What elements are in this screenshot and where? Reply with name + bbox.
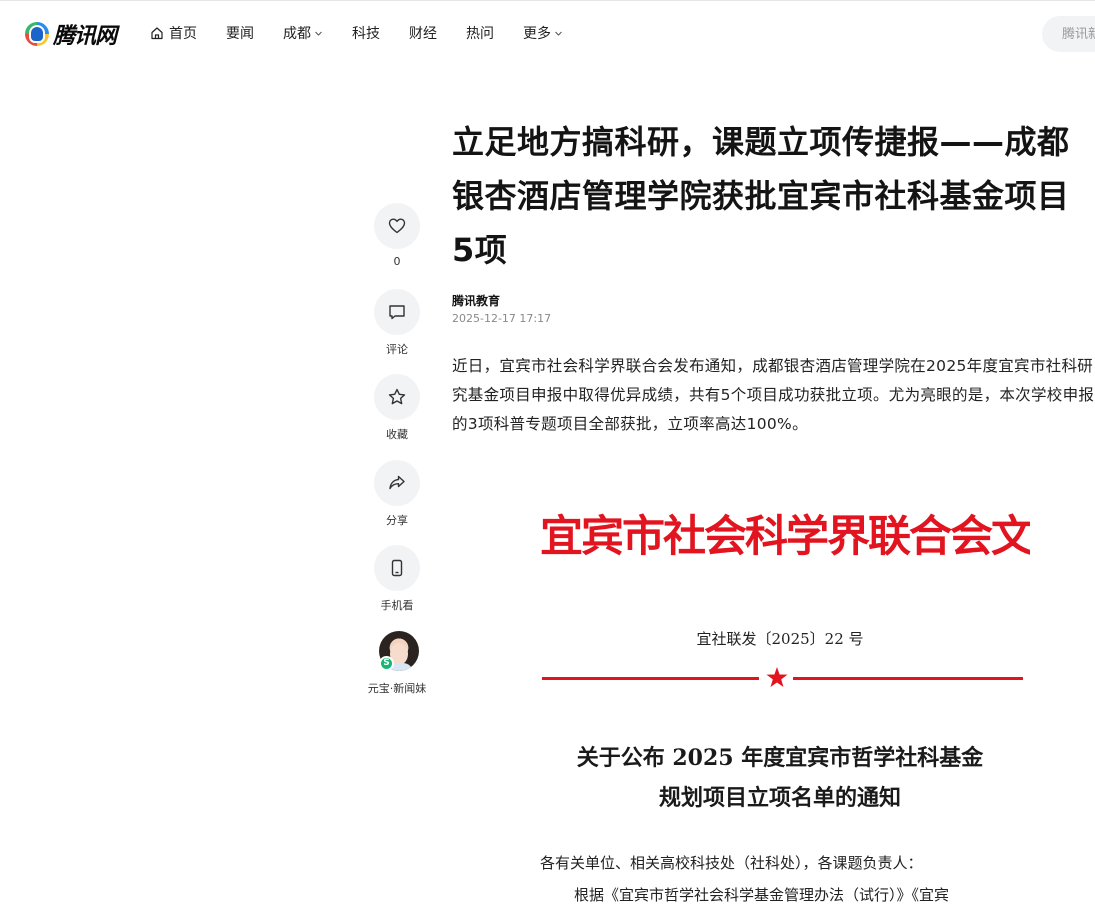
nav-label-hot-questions: 热问 xyxy=(466,26,494,42)
nav-label-news: 要闻 xyxy=(226,26,254,42)
assistant-label: 元宝·新闻妹 xyxy=(367,682,427,695)
share-button[interactable] xyxy=(374,460,420,506)
nav-item-tech[interactable]: 科技 xyxy=(352,23,380,43)
site-logo[interactable]: 腾讯网 xyxy=(25,20,117,49)
document-title: 关于公布 2025 年度宜宾市哲学社科基金 规划项目立项名单的通知 xyxy=(530,738,1030,818)
publish-date: 2025-12-17 17:17 xyxy=(452,312,552,325)
logo-text: 腾讯网 xyxy=(53,24,117,49)
red-divider-left xyxy=(542,677,759,680)
tencent-logo-icon xyxy=(25,22,49,46)
document-number: 宜社联发〔2025〕22 号 xyxy=(696,630,864,648)
assistant-avatar[interactable]: S xyxy=(374,631,420,677)
nav-label-tech: 科技 xyxy=(352,26,380,42)
share-icon xyxy=(389,475,405,490)
yuanbao-badge-icon: S xyxy=(379,656,394,671)
document-title-line-2: 规划项目立项名单的通知 xyxy=(658,785,901,811)
article-title: 立足地方搞科研，课题立项传捷报——成都银杏酒店管理学院获批宜宾市社科基金项目5项 xyxy=(452,123,1070,269)
nav-item-more[interactable]: 更多 xyxy=(523,23,563,43)
nav-item-hot-questions[interactable]: 热问 xyxy=(466,23,494,43)
nav-item-news[interactable]: 要闻 xyxy=(226,23,254,43)
red-divider-right xyxy=(793,677,1023,680)
search-input[interactable] xyxy=(1042,16,1095,52)
favorite-label: 收藏 xyxy=(386,428,408,441)
nav-item-finance[interactable]: 财经 xyxy=(409,23,437,43)
heart-icon xyxy=(388,218,406,234)
nav-label-finance: 财经 xyxy=(409,26,437,42)
nav-label-home: 首页 xyxy=(169,26,197,42)
like-count: 0 xyxy=(393,255,401,268)
comment-button[interactable] xyxy=(374,289,420,335)
chevron-down-icon xyxy=(555,31,562,36)
star-icon xyxy=(388,388,406,405)
favorite-action[interactable]: 收藏 xyxy=(366,374,428,442)
nav-item-home[interactable]: 首页 xyxy=(150,23,197,43)
comment-label: 评论 xyxy=(386,343,408,356)
author-name[interactable]: 腾讯教育 xyxy=(452,292,500,309)
phone-icon xyxy=(391,559,403,577)
main-nav: 首页 要闻 成都 科技 财经 热问 更多 xyxy=(150,23,592,43)
nav-label-more: 更多 xyxy=(523,26,551,42)
like-action[interactable]: 0 xyxy=(366,203,428,268)
document-image[interactable]: 宜宾市社会科学界联合会文件 宜社联发〔2025〕22 号 关于公布 2025 年… xyxy=(530,490,1030,915)
nav-item-chengdu[interactable]: 成都 xyxy=(283,23,323,43)
comment-action[interactable]: 评论 xyxy=(366,289,428,357)
assistant-action[interactable]: S 元宝·新闻妹 xyxy=(366,631,428,696)
mobile-view-button[interactable] xyxy=(374,545,420,591)
document-header: 宜宾市社会科学界联合会文件 xyxy=(540,512,1030,562)
home-icon xyxy=(151,27,163,40)
mobile-view-label: 手机看 xyxy=(380,599,414,612)
document-salutation: 各有关单位、相关高校科技处（社科处），各课题负责人： xyxy=(540,854,923,872)
share-label: 分享 xyxy=(386,514,408,527)
document-title-line-1: 关于公布 2025 年度宜宾市哲学社科基金 xyxy=(576,745,984,771)
nav-label-chengdu: 成都 xyxy=(283,26,311,42)
article-lead-paragraph: 近日，宜宾市社会科学界联合会发布通知，成都银杏酒店管理学院在2025年度宜宾市社… xyxy=(452,357,1095,433)
comment-icon xyxy=(389,305,405,320)
like-button[interactable] xyxy=(374,203,420,249)
top-navigation-bar: 腾讯网 首页 要闻 成都 科技 财经 热问 更多 xyxy=(0,0,1095,65)
chevron-down-icon xyxy=(315,31,322,36)
mobile-view-action[interactable]: 手机看 xyxy=(366,545,428,613)
favorite-button[interactable] xyxy=(374,374,420,420)
share-action[interactable]: 分享 xyxy=(366,460,428,528)
document-body-text: 根据《宜宾市哲学社会科学基金管理办法（试行）》《宜宾 xyxy=(574,886,950,904)
red-star-icon xyxy=(766,667,788,687)
